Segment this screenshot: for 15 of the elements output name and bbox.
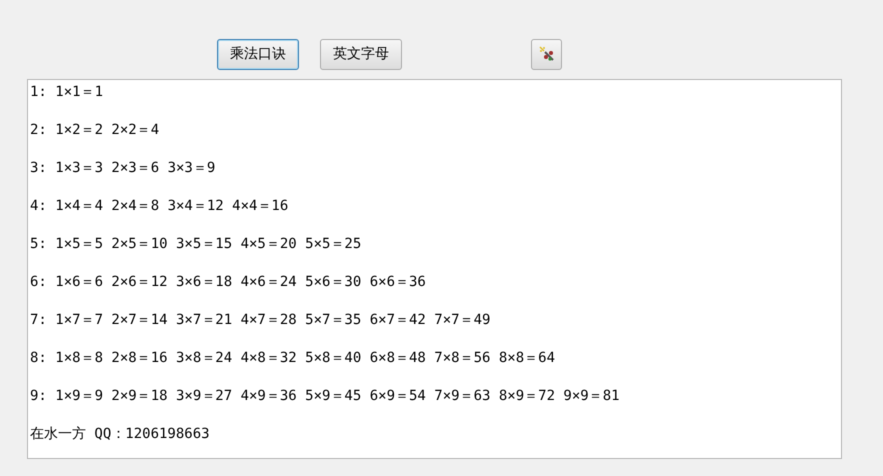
text-line: 7: 1×7＝7 2×7＝14 3×7＝21 4×7＝28 5×7＝35 6×7＝42 7×7＝49 xyxy=(30,311,490,330)
text-area[interactable] xyxy=(27,79,842,459)
text-line: 5: 1×5＝5 2×5＝10 3×5＝15 4×5＝20 5×5＝25 xyxy=(30,235,362,254)
text-line: 4: 1×4＝4 2×4＝8 3×4＝12 4×4＝16 xyxy=(30,197,288,216)
text-line: 2: 1×2＝2 2×2＝4 xyxy=(30,121,160,140)
text-line: 在水一方 QQ：1206198663 xyxy=(30,425,210,444)
text-line: 8: 1×8＝8 2×8＝16 3×8＝24 4×8＝32 5×8＝40 6×8＝48 7×8＝56 8×8＝64 xyxy=(30,349,556,368)
text-line: 3: 1×3＝3 2×3＝6 3×3＝9 xyxy=(30,159,216,178)
wand-icon xyxy=(538,45,556,63)
toolbar-button[interactable]: 英文字母 xyxy=(320,38,402,70)
wand-button[interactable] xyxy=(531,38,562,70)
text-line: 6: 1×6＝6 2×6＝12 3×6＝18 4×6＝24 5×6＝30 6×6＝36 xyxy=(30,273,426,292)
text-line: 9: 1×9＝9 2×9＝18 3×9＝27 4×9＝36 5×9＝45 6×9＝54 7×9＝63 8×9＝72 9×9＝81 xyxy=(30,387,620,406)
text-line: 1: 1×1＝1 xyxy=(30,83,104,102)
toolbar-button[interactable]: 乘法口诀 xyxy=(217,38,299,70)
